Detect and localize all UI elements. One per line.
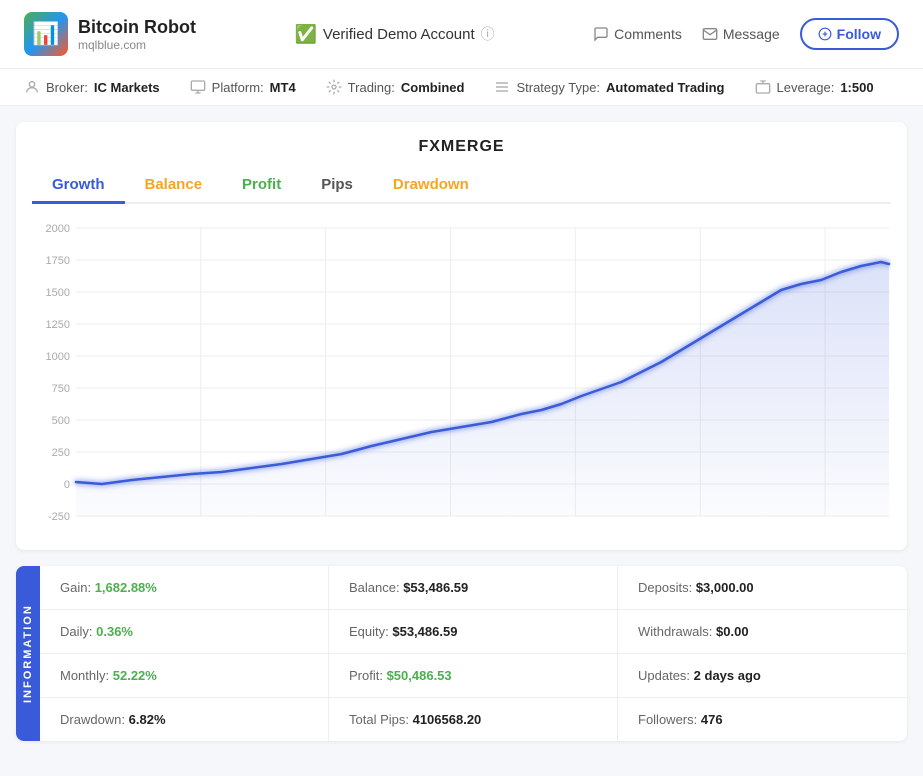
- stat-cell: Deposits: $3,000.00: [618, 566, 907, 610]
- verified-info-icon[interactable]: ⓘ: [481, 24, 495, 44]
- logo-icon: 📊: [24, 12, 68, 56]
- verified-icon: ✅: [294, 24, 316, 45]
- tab-balance[interactable]: Balance: [125, 168, 223, 204]
- platform-info: Platform: MT4: [190, 79, 296, 95]
- svg-text:-250: -250: [48, 511, 70, 523]
- meta-bar: Broker: IC Markets Platform: MT4 Trading…: [0, 69, 923, 106]
- chart-svg: 2000 1750 1500 1250 1000 750 500 250 0 -…: [32, 214, 891, 534]
- svg-text:1250: 1250: [46, 319, 70, 331]
- svg-text:250: 250: [52, 447, 70, 459]
- leverage-value: 1:500: [840, 80, 873, 95]
- strategy-label: Strategy Type:: [516, 80, 600, 95]
- follow-button[interactable]: Follow: [800, 18, 899, 50]
- trading-value: Combined: [401, 80, 465, 95]
- stat-cell: Updates: 2 days ago: [618, 654, 907, 698]
- svg-text:750: 750: [52, 383, 70, 395]
- chart-title: FXMERGE: [32, 138, 891, 156]
- trading-info: Trading: Combined: [326, 79, 465, 95]
- strategy-icon: [494, 79, 510, 95]
- stat-cell: Withdrawals: $0.00: [618, 610, 907, 654]
- platform-label: Platform:: [212, 80, 264, 95]
- logo-text: Bitcoin Robot mqlblue.com: [78, 17, 196, 52]
- platform-value: MT4: [270, 80, 296, 95]
- header-actions: Comments Message Follow: [593, 18, 899, 50]
- stats-section: INFORMATION Gain: 1,682.88%Balance: $53,…: [16, 566, 907, 741]
- broker-value: IC Markets: [94, 80, 160, 95]
- message-button[interactable]: Message: [702, 26, 780, 42]
- comments-label: Comments: [614, 26, 682, 42]
- verified-label: Verified Demo Account: [323, 26, 475, 43]
- chart-container: 2000 1750 1500 1250 1000 750 500 250 0 -…: [32, 214, 891, 534]
- comments-icon: [593, 26, 609, 42]
- message-icon: [702, 26, 718, 42]
- trading-label: Trading:: [348, 80, 395, 95]
- tab-growth[interactable]: Growth: [32, 168, 125, 204]
- stat-cell: Monthly: 52.22%: [40, 654, 329, 698]
- stat-cell: Gain: 1,682.88%: [40, 566, 329, 610]
- broker-icon: [24, 79, 40, 95]
- platform-icon: [190, 79, 206, 95]
- logo-area: 📊 Bitcoin Robot mqlblue.com: [24, 12, 196, 56]
- stat-cell: Drawdown: 6.82%: [40, 698, 329, 741]
- svg-text:2000: 2000: [46, 223, 70, 235]
- follow-icon: [818, 27, 832, 41]
- svg-text:1500: 1500: [46, 287, 70, 299]
- logo-subtitle: mqlblue.com: [78, 38, 196, 52]
- svg-text:1750: 1750: [46, 255, 70, 267]
- trading-icon: [326, 79, 342, 95]
- header: 📊 Bitcoin Robot mqlblue.com ✅ Verified D…: [0, 0, 923, 69]
- side-label: INFORMATION: [16, 566, 40, 741]
- chart-tabs: Growth Balance Profit Pips Drawdown: [32, 168, 891, 204]
- broker-info: Broker: IC Markets: [24, 79, 160, 95]
- stat-cell: Profit: $50,486.53: [329, 654, 618, 698]
- svg-text:0: 0: [64, 479, 70, 491]
- chart-section: FXMERGE Growth Balance Profit Pips Drawd…: [16, 122, 907, 550]
- verified-area: ✅ Verified Demo Account ⓘ: [294, 24, 494, 45]
- stat-cell: Balance: $53,486.59: [329, 566, 618, 610]
- strategy-value: Automated Trading: [606, 80, 724, 95]
- stats-grid: Gain: 1,682.88%Balance: $53,486.59Deposi…: [40, 566, 907, 741]
- message-label: Message: [723, 26, 780, 42]
- stat-cell: Total Pips: 4106568.20: [329, 698, 618, 741]
- strategy-info: Strategy Type: Automated Trading: [494, 79, 724, 95]
- leverage-info: Leverage: 1:500: [755, 79, 874, 95]
- follow-label: Follow: [837, 26, 881, 42]
- stat-cell: Daily: 0.36%: [40, 610, 329, 654]
- tab-drawdown[interactable]: Drawdown: [373, 168, 489, 204]
- tab-pips[interactable]: Pips: [301, 168, 373, 204]
- svg-text:500: 500: [52, 415, 70, 427]
- comments-button[interactable]: Comments: [593, 26, 682, 42]
- leverage-icon: [755, 79, 771, 95]
- leverage-label: Leverage:: [777, 80, 835, 95]
- stat-cell: Followers: 476: [618, 698, 907, 741]
- svg-text:1000: 1000: [46, 351, 70, 363]
- broker-label: Broker:: [46, 80, 88, 95]
- stat-cell: Equity: $53,486.59: [329, 610, 618, 654]
- logo-title: Bitcoin Robot: [78, 17, 196, 38]
- tab-profit[interactable]: Profit: [222, 168, 301, 204]
